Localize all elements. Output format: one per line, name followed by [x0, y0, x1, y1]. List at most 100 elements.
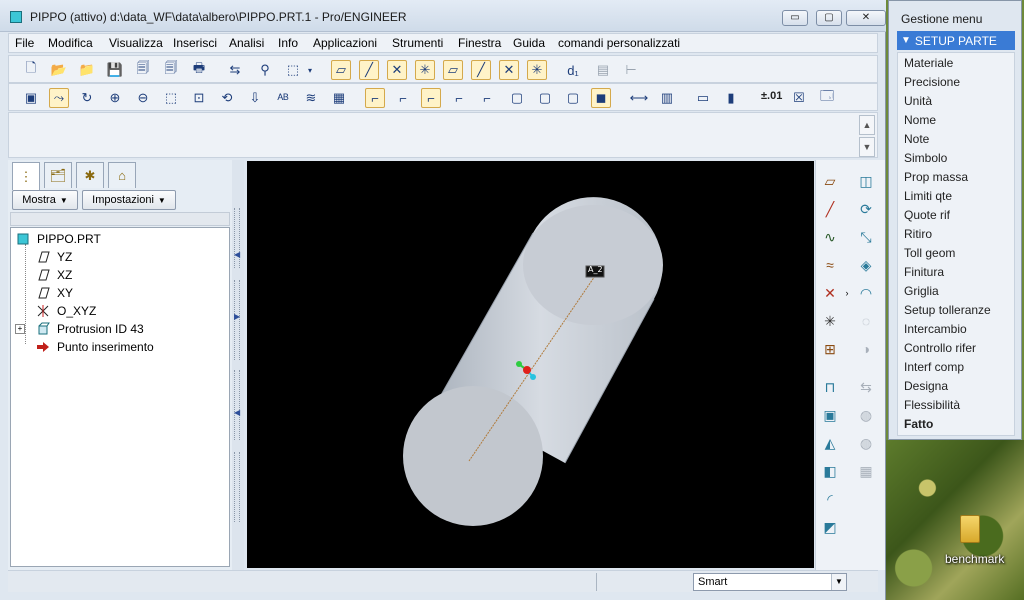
zoom-out-icon[interactable]: ⊖	[133, 88, 153, 108]
select-dropdown-icon[interactable]: ▾	[305, 60, 315, 80]
save-copy-icon[interactable]: 🗐	[133, 60, 153, 80]
graphics-area[interactable]: A_2	[247, 161, 814, 568]
spin-center-icon[interactable]: ⤳	[49, 88, 69, 108]
menu-item-fatto[interactable]: Fatto	[904, 417, 933, 431]
expand-right-icon[interactable]: ▶	[234, 312, 240, 321]
desktop-folder-label[interactable]: benchmark	[945, 552, 1004, 566]
menu-item-prop-massa[interactable]: Prop massa	[904, 170, 968, 184]
hidden-cube-icon[interactable]: ▢	[535, 88, 555, 108]
menu-guida[interactable]: Guida	[513, 36, 545, 50]
menu-item-flessibilita[interactable]: Flessibilità	[904, 398, 960, 412]
menu-item-ritiro[interactable]: Ritiro	[904, 227, 932, 241]
sweep-tool-icon[interactable]: ⤡	[854, 226, 878, 248]
cancel-icon[interactable]: ☒	[789, 88, 809, 108]
menu-item-materiale[interactable]: Materiale	[904, 56, 953, 70]
collapse-left-icon[interactable]: ◀	[234, 250, 240, 259]
point-tag-icon[interactable]: ✕	[499, 60, 519, 80]
point-display-icon[interactable]: ✕	[387, 60, 407, 80]
menu-finestra[interactable]: Finestra	[458, 36, 501, 50]
favorites-tab-icon[interactable]: ✱	[76, 162, 104, 188]
datum-curve-tool-icon[interactable]: ∿	[818, 226, 842, 248]
menu-inserisci[interactable]: Inserisci	[173, 36, 217, 50]
datum-axis-tool-icon[interactable]: ╱	[818, 198, 842, 220]
style-tool-icon[interactable]: ◠	[854, 282, 878, 304]
show-dropdown[interactable]: Mostra ▼	[12, 190, 78, 210]
menu-item-limiti-qte[interactable]: Limiti qte	[904, 189, 952, 203]
message-scroll-down-icon[interactable]: ▼	[859, 137, 875, 157]
chevron-down-icon[interactable]: ▼	[831, 574, 846, 590]
orient-mode-icon[interactable]: ↻	[77, 88, 97, 108]
menu-item-quote-rif[interactable]: Quote rif	[904, 208, 950, 222]
saved-views-icon[interactable]: ⇩	[245, 88, 265, 108]
settings-dropdown[interactable]: Impostazioni ▼	[82, 190, 176, 210]
plane-tag-icon[interactable]: ▱	[443, 60, 463, 80]
wire-cube-icon[interactable]: ▢	[507, 88, 527, 108]
precision-button[interactable]: ±.01	[761, 90, 782, 102]
model-tree-tab-icon[interactable]: ⋮	[12, 162, 40, 190]
shaded-edges-icon[interactable]: ⌐	[449, 88, 469, 108]
no-hidden-icon[interactable]: ⌐	[421, 88, 441, 108]
connections-tab-icon[interactable]: ⌂	[108, 162, 136, 188]
menu-item-controllo-rifer[interactable]: Controllo rifer	[904, 341, 976, 355]
menu-analisi[interactable]: Analisi	[229, 36, 264, 50]
shell-tool-icon[interactable]: ▣	[818, 404, 842, 426]
new-file-icon[interactable]: 🗋	[21, 60, 41, 80]
maximize-button[interactable]: ▢	[816, 10, 842, 26]
menu-info[interactable]: Info	[278, 36, 298, 50]
analysis-feature-icon[interactable]: ⊞	[818, 338, 842, 360]
menu-item-griglia[interactable]: Griglia	[904, 284, 939, 298]
menu-item-precisione[interactable]: Precisione	[904, 75, 960, 89]
sketch-tool-icon[interactable]: ≈	[818, 254, 842, 276]
repaint-icon[interactable]: ▣	[21, 88, 41, 108]
collapse-left-icon[interactable]: ◀	[234, 408, 240, 417]
menu-item-finitura[interactable]: Finitura	[904, 265, 944, 279]
close-button[interactable]: ✕	[846, 10, 886, 26]
wireframe-icon[interactable]: ⌐	[365, 88, 385, 108]
menu-item-note[interactable]: Note	[904, 132, 929, 146]
print-icon[interactable]: 🖶	[189, 60, 209, 80]
model-info-icon[interactable]: ▭	[693, 88, 713, 108]
no-hidden-cube-icon[interactable]: ▢	[563, 88, 583, 108]
select-box-icon[interactable]: ⬚	[283, 60, 303, 80]
csys-display-icon[interactable]: ✳	[415, 60, 435, 80]
menu-item-intercambio[interactable]: Intercambio	[904, 322, 967, 336]
tree-item-csys[interactable]: O_XYZ	[35, 302, 253, 320]
chamfer-tool-icon[interactable]: ◩	[818, 516, 842, 538]
menu-file[interactable]: File	[15, 36, 34, 50]
menu-modifica[interactable]: Modifica	[48, 36, 93, 50]
menu-visualizza[interactable]: Visualizza	[109, 36, 163, 50]
expand-plus-icon[interactable]: +	[15, 324, 25, 334]
menu-item-simbolo[interactable]: Simbolo	[904, 151, 947, 165]
zoom-window-icon[interactable]: ⊡	[189, 88, 209, 108]
menu-item-toll-geom[interactable]: Toll geom	[904, 246, 955, 260]
axis-display-icon[interactable]: ╱	[359, 60, 379, 80]
hole-tool-icon[interactable]: ⊓	[818, 376, 842, 398]
layers-icon[interactable]: ≋	[301, 88, 321, 108]
view-manager-icon[interactable]: ▦	[329, 88, 349, 108]
datum-plane-tool-icon[interactable]: ▱	[818, 170, 842, 192]
round-tool-icon[interactable]: ◜	[818, 488, 842, 510]
book-icon[interactable]: ▮	[721, 88, 741, 108]
zoom-in-icon[interactable]: ⊕	[105, 88, 125, 108]
find-binoculars-icon[interactable]: ⚲	[255, 60, 275, 80]
extrude-tool-icon[interactable]: ◫	[854, 170, 878, 192]
tree-item-insert-here[interactable]: Punto inserimento	[35, 338, 253, 356]
menu-item-nome[interactable]: Nome	[904, 113, 936, 127]
tree-item-protrusion[interactable]: + Protrusion ID 43	[15, 320, 233, 338]
folder-icon[interactable]	[960, 515, 980, 543]
plane-display-icon[interactable]: ▱	[331, 60, 351, 80]
tree-item-xz[interactable]: XZ	[35, 266, 253, 284]
hidden-line-icon[interactable]: ⌐	[393, 88, 413, 108]
menu-item-setup-tolleranze[interactable]: Setup tolleranze	[904, 303, 991, 317]
menu-strumenti[interactable]: Strumenti	[392, 36, 443, 50]
blend-tool-icon[interactable]: ◈	[854, 254, 878, 276]
rib-tool-icon[interactable]: ◭	[818, 432, 842, 454]
tree-root[interactable]: PIPPO.PRT	[15, 230, 233, 248]
model-analysis-icon[interactable]: ▥	[657, 88, 677, 108]
folder-browser-tab-icon[interactable]: 🗂	[44, 162, 72, 188]
refit-icon[interactable]: ⬚	[161, 88, 181, 108]
tangent-edges-icon[interactable]: ⌐	[477, 88, 497, 108]
dim-switch-icon[interactable]: d₁	[563, 60, 583, 80]
csys-tag-icon[interactable]: ✳	[527, 60, 547, 80]
axis-tag-icon[interactable]: ╱	[471, 60, 491, 80]
